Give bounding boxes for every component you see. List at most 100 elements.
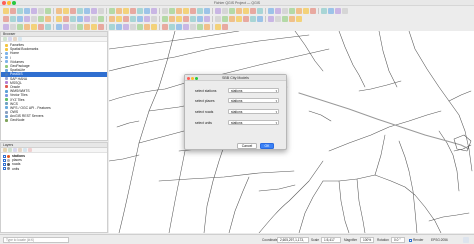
identify-icon[interactable] [137,8,143,14]
select-icon[interactable] [144,8,150,14]
refresh-icon[interactable] [130,8,136,14]
field-calculator-icon[interactable] [144,24,150,30]
select-stations-combobox[interactable]: stations ▾ [228,88,279,93]
annotation-icon[interactable] [183,8,189,14]
layout-manager-icon[interactable] [250,8,256,14]
plugin-icon[interactable] [70,16,76,22]
cancel-button[interactable]: Cancel [237,143,257,149]
save-as-icon[interactable] [10,24,16,30]
zoom-last-icon[interactable] [98,8,104,14]
label-icon[interactable] [56,16,62,22]
deselect-icon[interactable] [137,24,143,30]
select-icon[interactable] [10,16,16,22]
print-layout-icon[interactable] [17,24,23,30]
pan-icon[interactable] [31,24,37,30]
layer-visibility-checkbox[interactable]: ✓ [3,162,7,166]
statistics-icon[interactable] [31,16,37,22]
zoom-last-icon[interactable] [84,24,90,30]
new-project-icon[interactable] [77,16,83,22]
zoom-in-icon[interactable] [63,8,69,14]
zoom-selection-icon[interactable] [84,8,90,14]
measure-icon[interactable] [176,8,182,14]
save-project-icon[interactable] [91,16,97,22]
measure-icon[interactable] [250,16,256,22]
open-project-icon[interactable] [296,16,302,22]
deselect-icon[interactable] [151,8,157,14]
show-bookmarks-icon[interactable] [123,8,129,14]
save-project-icon[interactable] [229,8,235,14]
python-icon[interactable] [63,16,69,22]
add-group-icon[interactable] [8,148,12,152]
collapse-all-icon[interactable] [13,37,17,41]
zoom-next-icon[interactable] [321,8,327,14]
refresh-icon[interactable] [3,37,7,41]
label-icon[interactable] [176,24,182,30]
statistics-icon[interactable] [151,24,157,30]
save-project-icon[interactable] [17,8,23,14]
rotation-field[interactable]: 0.0 ° [391,237,405,243]
field-calculator-icon[interactable] [162,8,168,14]
pan-to-selection-icon[interactable] [130,16,136,22]
zoom-out-icon[interactable] [56,24,62,30]
deselect-icon[interactable] [17,16,23,22]
expand-arrow-icon[interactable]: ▸ [1,60,4,63]
print-layout-icon[interactable] [243,8,249,14]
new-bookmark-icon[interactable] [328,8,334,14]
print-layout-icon[interactable] [109,16,115,22]
plugin-icon[interactable] [282,16,288,22]
expand-arrow-icon[interactable]: ▸ [1,52,4,55]
save-as-icon[interactable] [222,24,228,30]
annotation-icon[interactable] [257,16,263,22]
layout-manager-icon[interactable] [116,16,122,22]
new-bookmark-icon[interactable] [190,16,196,22]
python-icon[interactable] [183,24,189,30]
locator-search-input[interactable]: Type to locate (⌘K) [3,237,69,243]
zoom-out-icon[interactable] [144,16,150,22]
layout-manager-icon[interactable] [38,8,44,14]
pan-to-selection-icon[interactable] [38,24,44,30]
magnifier-field[interactable]: 100% [360,237,374,243]
open-project-icon[interactable] [84,16,90,22]
crs-button[interactable]: EPSG:2056 [431,237,448,243]
open-project-icon[interactable] [10,8,16,14]
show-bookmarks-icon[interactable] [109,24,115,30]
save-as-icon[interactable] [24,8,30,14]
refresh-icon[interactable] [342,8,348,14]
zoom-full-icon[interactable] [151,16,157,22]
zoom-full-icon[interactable] [77,8,83,14]
save-as-icon[interactable] [98,16,104,22]
plugin-icon[interactable] [204,8,210,14]
refresh-icon[interactable] [204,16,210,22]
filter-icon[interactable] [8,37,12,41]
zoom-next-icon[interactable] [91,24,97,30]
open-project-icon[interactable] [204,24,210,30]
open-project-icon[interactable] [222,8,228,14]
annotation-icon[interactable] [169,24,175,30]
identify-icon[interactable] [215,16,221,22]
layer-visibility-checkbox[interactable]: ✓ [3,158,7,162]
refresh-icon[interactable] [116,24,122,30]
new-bookmark-icon[interactable] [98,24,104,30]
zoom-selection-icon[interactable] [296,8,302,14]
show-bookmarks-icon[interactable] [197,16,203,22]
manage-visibility-icon[interactable] [13,148,17,152]
zoom-in-icon[interactable] [275,8,281,14]
annotation-icon[interactable] [45,16,51,22]
label-icon[interactable] [190,8,196,14]
select-units-combobox[interactable]: stations ▾ [228,120,279,125]
layer-visibility-checkbox[interactable]: ✓ [3,154,7,158]
field-calculator-icon[interactable] [236,16,242,22]
print-layout-icon[interactable] [31,8,37,14]
label-icon[interactable] [268,16,274,22]
show-bookmarks-icon[interactable] [335,8,341,14]
render-checkbox[interactable]: ✓ [409,238,413,242]
layout-manager-icon[interactable] [24,24,30,30]
expand-arrow-icon[interactable]: ▸ [1,56,4,59]
expand-all-icon[interactable] [23,148,27,152]
ok-button[interactable]: OK [260,143,274,149]
zoom-out-icon[interactable] [282,8,288,14]
zoom-in-icon[interactable] [137,16,143,22]
zoom-next-icon[interactable] [109,8,115,14]
pan-to-selection-icon[interactable] [268,8,274,14]
pan-icon[interactable] [257,8,263,14]
